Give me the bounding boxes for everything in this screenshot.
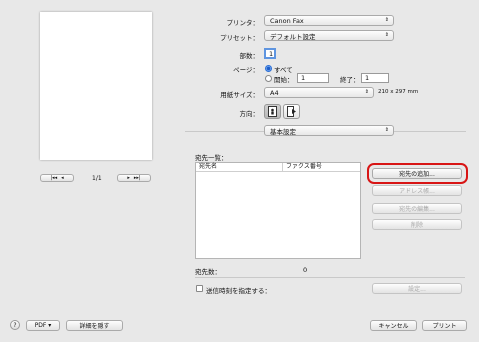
help-button[interactable]: ? [10, 320, 20, 330]
dest-count-value: 0 [303, 266, 308, 274]
prev-page-icon[interactable]: ◂ [61, 175, 64, 181]
orientation-portrait-button[interactable] [264, 104, 281, 119]
section-divider-right [394, 131, 466, 132]
pages-to-label: 終了： [340, 76, 360, 84]
schedule-checkbox[interactable] [196, 285, 203, 292]
preview-next-last-buttons[interactable]: ▸ ▸▸| [117, 174, 151, 182]
paper-size-select[interactable]: A4 ⇕ [264, 87, 374, 98]
paper-size-label: 用紙サイズ： [220, 91, 259, 99]
pdf-menu-button[interactable]: PDF ▾ [26, 320, 60, 331]
updown-arrows-icon: ⇕ [384, 127, 389, 133]
next-page-icon[interactable]: ▸ [127, 175, 130, 181]
hide-details-button[interactable]: 詳細を隠す [66, 320, 123, 331]
dest-list-title: 宛先一覧： [195, 154, 228, 162]
preset-select[interactable]: デフォルト設定 ⇕ [264, 30, 394, 41]
pages-from-label: 開始： [274, 76, 294, 84]
portrait-icon [268, 106, 277, 117]
address-book-button[interactable]: アドレス帳... [372, 185, 462, 196]
dest-count-label: 宛先数： [195, 268, 221, 276]
preset-value: デフォルト設定 [270, 32, 316, 41]
orientation-label: 方向： [239, 110, 260, 118]
schedule-label: 送信時刻を指定する： [206, 287, 271, 295]
pages-all-radio[interactable] [265, 65, 272, 72]
edit-destination-button[interactable]: 宛先の編集... [372, 203, 462, 214]
updown-arrows-icon: ⇕ [364, 89, 369, 95]
section-select[interactable]: 基本設定 ⇕ [264, 125, 394, 136]
printer-label: プリンタ： [226, 19, 260, 27]
copies-label: 部数： [239, 52, 260, 60]
delete-destination-button[interactable]: 削除 [372, 219, 462, 230]
section-divider-left [185, 131, 264, 132]
printer-value: Canon Fax [270, 16, 304, 25]
printer-select[interactable]: Canon Fax ⇕ [264, 15, 394, 26]
orientation-landscape-button[interactable] [283, 104, 300, 119]
preview-page-indicator: 1/1 [92, 175, 102, 182]
pages-from-field[interactable]: 1 [297, 73, 329, 83]
first-page-icon[interactable]: |◂◂ [50, 175, 57, 181]
paper-size-value: A4 [270, 88, 279, 97]
pages-all-label: すべて [274, 66, 293, 74]
landscape-icon [286, 106, 296, 117]
updown-arrows-icon: ⇕ [384, 32, 389, 38]
add-destination-highlight [367, 163, 468, 184]
pages-label: ページ： [233, 66, 259, 74]
updown-arrows-icon: ⇕ [384, 17, 389, 23]
pages-range-radio[interactable] [265, 75, 272, 82]
col-dest-name[interactable]: 宛先名 [196, 163, 283, 172]
section-value: 基本設定 [270, 127, 296, 136]
count-divider [195, 277, 465, 278]
page-preview [40, 12, 152, 160]
last-page-icon[interactable]: ▸▸| [134, 175, 141, 181]
pages-to-field[interactable]: 1 [361, 73, 389, 83]
paper-size-dims: 210 x 297 mm [378, 89, 419, 95]
col-fax-number[interactable]: ファクス番号 [283, 163, 360, 172]
preview-first-prev-buttons[interactable]: |◂◂ ◂ [40, 174, 74, 182]
dest-list-table[interactable]: 宛先名 ファクス番号 [195, 162, 361, 259]
print-button[interactable]: プリント [422, 320, 467, 331]
schedule-settings-button[interactable]: 設定... [372, 283, 462, 294]
cancel-button[interactable]: キャンセル [370, 320, 417, 331]
copies-field[interactable]: 1 [264, 48, 276, 59]
preset-label: プリセット： [220, 34, 259, 42]
